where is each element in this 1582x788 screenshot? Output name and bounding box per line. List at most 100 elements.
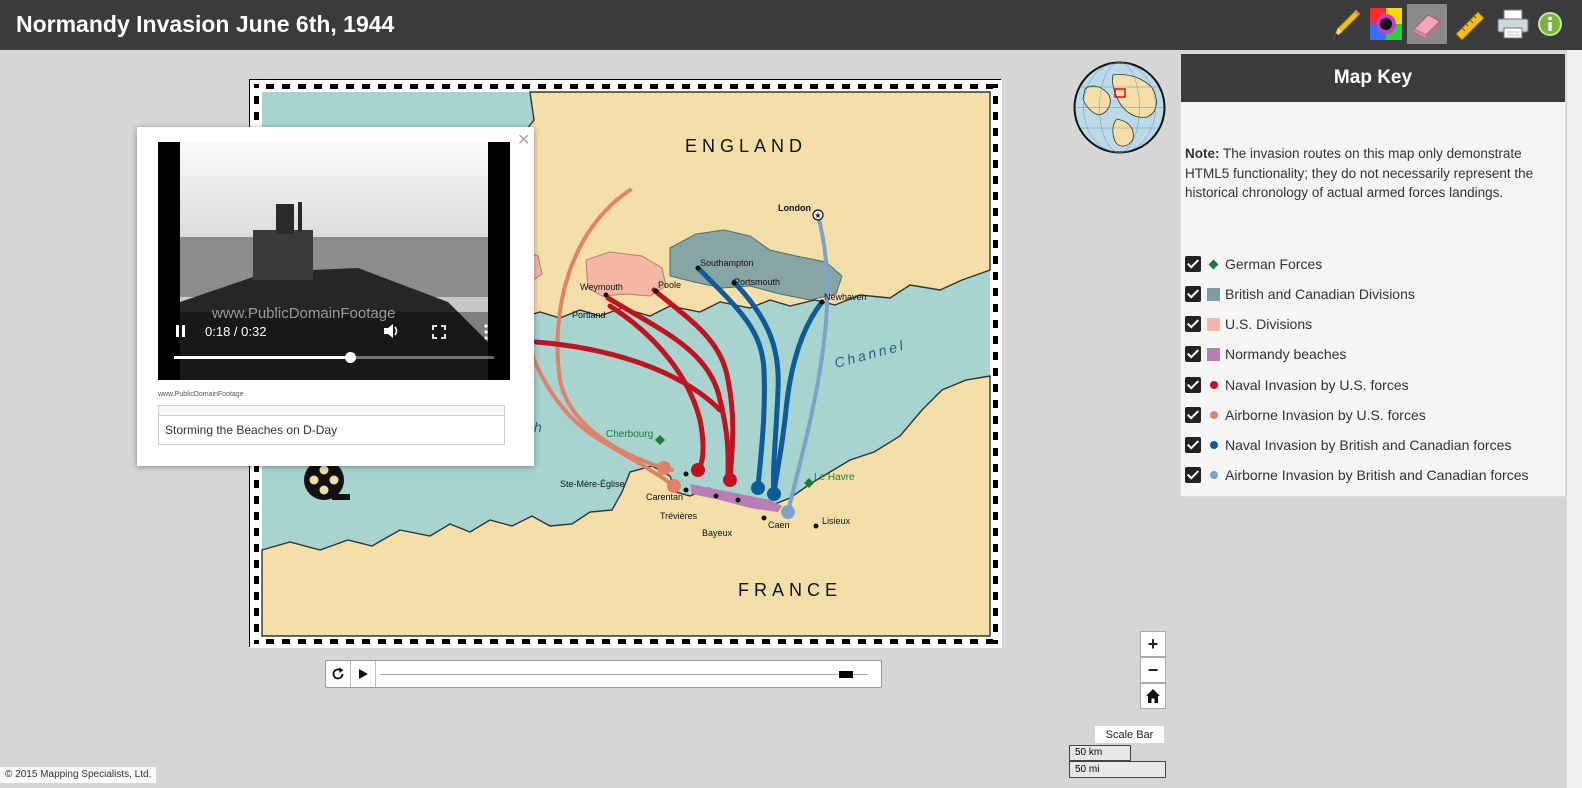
- pencil-icon: [1332, 9, 1361, 40]
- naval-british-landing: [751, 481, 765, 495]
- video-progress-fill: [174, 356, 350, 359]
- map-label-trevieres: Trévières: [660, 511, 698, 521]
- scale-mi: 50 mi: [1069, 761, 1166, 778]
- legend-checkbox[interactable]: [1185, 467, 1201, 483]
- legend-checkbox[interactable]: [1185, 316, 1201, 332]
- color-wheel-icon: [1370, 8, 1402, 40]
- airborne-us-drop: [657, 461, 671, 475]
- note-label: Note:: [1185, 146, 1220, 161]
- note-text: The invasion routes on this map only dem…: [1185, 146, 1534, 200]
- legend-item[interactable]: Naval Invasion by U.S. forces: [1185, 375, 1409, 395]
- dot-swatch-icon: [1210, 381, 1218, 389]
- zoom-in-button[interactable]: +: [1140, 631, 1166, 657]
- print-button[interactable]: [1493, 4, 1533, 44]
- home-button[interactable]: [1140, 683, 1166, 709]
- play-button[interactable]: [351, 661, 376, 687]
- video-watermark: www.PublicDomainFootage: [212, 305, 396, 322]
- zoom-out-button[interactable]: −: [1140, 657, 1166, 683]
- home-icon: [1146, 689, 1160, 703]
- naval-us-landing: [723, 473, 737, 487]
- legend-item[interactable]: Naval Invasion by British and Canadian f…: [1185, 435, 1511, 455]
- map-label-england: ENGLAND: [685, 136, 807, 156]
- airborne-us-drop: [667, 479, 681, 493]
- map-label-bayeux: Bayeux: [702, 528, 733, 538]
- legend-label: Naval Invasion by British and Canadian f…: [1225, 437, 1512, 453]
- play-icon: [359, 669, 368, 679]
- page-scrollbar[interactable]: [1567, 50, 1582, 788]
- legend-item[interactable]: German Forces: [1185, 254, 1322, 274]
- legend-item[interactable]: Airborne Invasion by U.S. forces: [1185, 405, 1426, 425]
- diamond-swatch-icon: [1208, 259, 1219, 269]
- legend-checkbox[interactable]: [1185, 437, 1201, 453]
- fullscreen-icon[interactable]: [432, 325, 446, 339]
- map-label-le-havre: Le Havre: [814, 472, 855, 483]
- map-label-france: FRANCE: [738, 580, 842, 600]
- map-label-poole: Poole: [658, 280, 681, 290]
- timeline-track[interactable]: [380, 674, 868, 675]
- legend-label: Normandy beaches: [1225, 346, 1347, 362]
- video-frame: [158, 142, 510, 380]
- pencil-tool-button[interactable]: [1326, 4, 1366, 44]
- map-label-portsmouth: Portsmouth: [734, 277, 780, 287]
- video-player[interactable]: www.PublicDomainFootage 0:18 / 0:32: [158, 142, 510, 380]
- eraser-tool-button[interactable]: [1407, 4, 1447, 44]
- copyright: © 2015 Mapping Specialists, Ltd.: [0, 767, 157, 783]
- info-button[interactable]: [1534, 4, 1566, 44]
- map-label-ste-mere-eglise: Ste-Mère-Église: [560, 479, 625, 489]
- legend-label: German Forces: [1225, 256, 1323, 272]
- legend-checkbox[interactable]: [1185, 346, 1201, 362]
- app-title: Normandy Invasion June 6th, 1944: [16, 11, 395, 37]
- legend-label: Airborne Invasion by U.S. forces: [1225, 407, 1426, 423]
- legend-label: Airborne Invasion by British and Canadia…: [1225, 467, 1529, 483]
- more-options-icon[interactable]: [483, 324, 489, 340]
- legend-checkbox[interactable]: [1185, 407, 1201, 423]
- timeline-control: [325, 660, 882, 688]
- pause-icon[interactable]: [176, 325, 186, 337]
- video-time: 0:18 / 0:32: [205, 324, 267, 339]
- svg-text:★: ★: [814, 211, 821, 220]
- printer-icon: [1497, 9, 1529, 39]
- square-swatch-icon: [1207, 317, 1220, 331]
- legend-label: British and Canadian Divisions: [1225, 286, 1415, 302]
- replay-icon: [332, 667, 344, 680]
- timeline-handle[interactable]: [839, 671, 854, 678]
- legend-label: U.S. Divisions: [1225, 316, 1313, 332]
- dot-swatch-icon: [1210, 411, 1218, 419]
- airborne-british-drop: [781, 505, 795, 519]
- ruler-tool-button[interactable]: [1450, 4, 1490, 44]
- dot-swatch-icon: [1210, 471, 1218, 479]
- info-icon: [1538, 12, 1562, 36]
- legend-checkbox[interactable]: [1185, 286, 1201, 302]
- map-label-newhaven: Newhaven: [824, 292, 867, 302]
- legend-label: Naval Invasion by U.S. forces: [1225, 377, 1409, 393]
- map-label-caen: Caen: [768, 520, 790, 530]
- legend-checkbox[interactable]: [1185, 256, 1201, 272]
- map-label-southampton: Southampton: [700, 258, 754, 268]
- volume-icon[interactable]: [382, 323, 400, 339]
- globe-locator: [1073, 61, 1166, 154]
- ruler-icon: [1455, 11, 1485, 41]
- video-progress-thumb[interactable]: [345, 352, 356, 363]
- map-label-weymouth: Weymouth: [580, 282, 623, 292]
- map-label-portland: Portland: [572, 310, 606, 320]
- map-key-note: Note: The invasion routes on this map on…: [1185, 144, 1559, 203]
- map-label-channel-partial: h: [534, 419, 542, 435]
- close-icon[interactable]: ✕: [517, 130, 530, 150]
- color-picker-button[interactable]: [1366, 4, 1406, 44]
- map-key-panel: Map Key Note: The invasion routes on thi…: [1180, 53, 1566, 497]
- legend-item[interactable]: British and Canadian Divisions: [1185, 284, 1415, 304]
- app-header: Normandy Invasion June 6th, 1944: [0, 0, 1582, 50]
- scale-bar-button[interactable]: Scale Bar: [1095, 726, 1164, 743]
- legend-item[interactable]: Airborne Invasion by British and Canadia…: [1185, 465, 1529, 485]
- legend-item[interactable]: U.S. Divisions: [1185, 314, 1312, 334]
- video-progress-track[interactable]: [174, 352, 494, 363]
- naval-british-landing: [767, 487, 781, 501]
- square-swatch-icon: [1207, 287, 1220, 301]
- legend-item[interactable]: Normandy beaches: [1185, 344, 1346, 364]
- video-source: www.PublicDomainFootage: [158, 391, 244, 398]
- legend-checkbox[interactable]: [1185, 377, 1201, 393]
- eraser-icon: [1413, 14, 1441, 38]
- video-caption: Storming the Beaches on D-Day: [165, 423, 338, 437]
- replay-button[interactable]: [326, 661, 351, 687]
- map-key-title: Map Key: [1181, 54, 1565, 102]
